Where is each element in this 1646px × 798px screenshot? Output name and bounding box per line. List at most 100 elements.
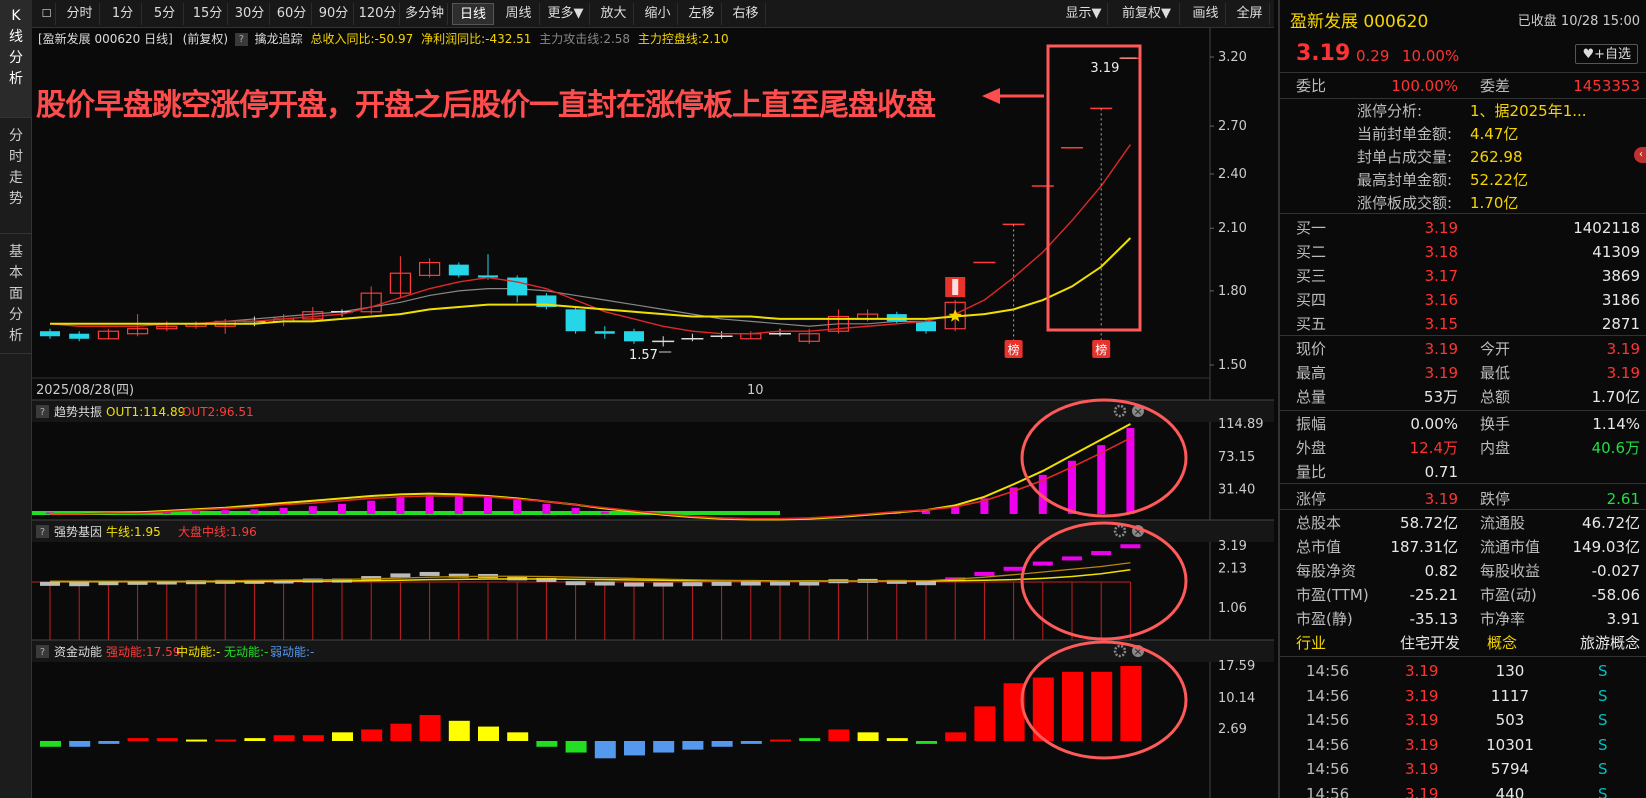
- panel2-marker: [974, 571, 995, 576]
- collapse-arrow-icon[interactable]: ‹: [1634, 147, 1646, 163]
- btn-90min[interactable]: 90分: [314, 3, 354, 25]
- stat-label: 每股净资: [1296, 562, 1357, 580]
- panel2-marker: [390, 573, 411, 578]
- tab-kline-analysis[interactable]: K线分析: [0, 0, 32, 118]
- bid-level: 买三: [1296, 267, 1327, 285]
- panel3-bar: [536, 741, 558, 747]
- stat-row: 总股本 58.72亿 流通股 46.72亿: [1280, 511, 1646, 535]
- bid-volume: 1402118: [1573, 219, 1640, 237]
- panel3-bar: [565, 741, 587, 753]
- bid-row[interactable]: 买四 3.16 3186: [1280, 288, 1646, 312]
- panel3-bar: [156, 738, 178, 741]
- tick-side: S: [1598, 662, 1608, 680]
- weicha-value: 1453353: [1573, 77, 1640, 95]
- btn-60min[interactable]: 60分: [272, 3, 312, 25]
- btn-30min[interactable]: 30分: [230, 3, 270, 25]
- panel3-bar: [244, 738, 266, 741]
- panel1-bar: [1126, 427, 1135, 514]
- panel3-strong: 强动能:17.59: [106, 645, 180, 659]
- stat-label: 振幅: [1296, 415, 1327, 433]
- panel3-tick-label: 2.69: [1218, 722, 1247, 737]
- tick-row: 14:56 3.19 130 S: [1280, 659, 1646, 683]
- tick-side: S: [1598, 760, 1608, 778]
- panel3-bar: [302, 735, 324, 741]
- btn-120min[interactable]: 120分: [356, 3, 400, 25]
- tick-time: 14:56: [1306, 686, 1350, 705]
- panel3-bar: [1091, 671, 1113, 741]
- help-icon[interactable]: ?: [234, 33, 248, 46]
- bid-row[interactable]: 买五 3.15 2871: [1280, 312, 1646, 336]
- btn-move-left[interactable]: 左移: [682, 3, 722, 25]
- btn-adjust[interactable]: 前复权▼: [1114, 3, 1180, 25]
- limit-down-label: 跌停: [1480, 490, 1511, 508]
- price-tick-label: 1.50: [1218, 358, 1247, 373]
- stat-label: 市盈(静): [1296, 610, 1353, 628]
- panel1-bar: [513, 499, 522, 514]
- stat-value: 187.31亿: [1390, 538, 1459, 556]
- stat-label: 总额: [1480, 388, 1511, 406]
- help-icon-glyph: ?: [40, 527, 45, 538]
- stat-value: -0.027: [1591, 562, 1640, 580]
- stat-value: -58.06: [1591, 586, 1640, 604]
- limit-info-value: 1.70亿: [1470, 194, 1519, 212]
- panel1-tick-label: 114.89: [1218, 417, 1264, 432]
- indicator-name[interactable]: 擒龙追踪: [255, 32, 303, 46]
- stat-row: 外盘 12.4万 内盘 40.6万: [1280, 436, 1646, 460]
- add-watchlist-button[interactable]: ♥+自选: [1575, 44, 1638, 64]
- btn-timeshare[interactable]: 分时: [60, 3, 100, 25]
- btn-daily[interactable]: 日线: [452, 3, 494, 25]
- tick-price: 3.19: [1405, 711, 1439, 729]
- limit-info-key: 封单占成交量:: [1357, 148, 1453, 166]
- tab-kline-label: K线分析: [9, 8, 23, 87]
- panel2-marker: [419, 571, 440, 576]
- btn-5min[interactable]: 5分: [146, 3, 184, 25]
- btn-1min[interactable]: 1分: [104, 3, 142, 25]
- stat-value: 46.72亿: [1582, 514, 1640, 532]
- panel2-tick-label: 3.19: [1218, 539, 1247, 554]
- btn-move-right[interactable]: 右移: [726, 3, 766, 25]
- stat-label: 外盘: [1296, 439, 1327, 457]
- panel3-tick-label: 17.59: [1218, 659, 1255, 674]
- panel3-bar: [653, 741, 675, 753]
- ma-red-line: [49, 144, 1131, 335]
- bid-row[interactable]: 买二 3.18 41309: [1280, 240, 1646, 264]
- weibi-label: 委比: [1296, 77, 1327, 95]
- bid-price: 3.15: [1424, 315, 1458, 333]
- btn-fullscreen[interactable]: 全屏: [1230, 3, 1270, 25]
- panel3-tick-label: 10.14: [1218, 691, 1255, 706]
- tab-fundamentals[interactable]: 基本面分析: [0, 236, 32, 354]
- pin-icon[interactable]: ☐: [38, 3, 56, 25]
- candle-body: [565, 309, 586, 332]
- stat-value: 3.19: [1606, 364, 1640, 382]
- panel1-bar: [484, 496, 492, 514]
- industry-value[interactable]: 住宅开发: [1400, 631, 1460, 655]
- panel2-tick-label: 2.13: [1218, 562, 1247, 577]
- btn-15min[interactable]: 15分: [188, 3, 228, 25]
- btn-display[interactable]: 显示▼: [1060, 3, 1108, 25]
- stat-value: -25.21: [1409, 586, 1458, 604]
- tick-volume: 10301: [1486, 735, 1534, 754]
- tick-side: S: [1598, 686, 1608, 705]
- bid-row[interactable]: 买一 3.19 1402118: [1280, 216, 1646, 240]
- tick-time: 14:56: [1306, 784, 1350, 798]
- help-icon-glyph: ?: [40, 647, 45, 658]
- btn-zoom-out[interactable]: 缩小: [638, 3, 678, 25]
- bid-row[interactable]: 买三 3.17 3869: [1280, 264, 1646, 288]
- revenue-yoy: 总收入同比:-50.97: [310, 32, 414, 46]
- industry-label: 行业: [1296, 634, 1327, 652]
- stat-label: 现价: [1296, 340, 1327, 358]
- control-line-value: 主力控盘线:2.10: [637, 32, 729, 46]
- btn-draw[interactable]: 画线: [1186, 3, 1226, 25]
- panel3-bar: [594, 741, 616, 759]
- btn-more[interactable]: 更多▼: [542, 3, 590, 25]
- panel3-bar: [419, 715, 441, 741]
- stat-label: 换手: [1480, 415, 1511, 433]
- tab-intraday[interactable]: 分时走势: [0, 120, 32, 234]
- btn-weekly[interactable]: 周线: [498, 3, 540, 25]
- panel1-bar: [1097, 445, 1106, 514]
- bid-level: 买二: [1296, 243, 1327, 261]
- left-tab-bar: K线分析 分时走势 基本面分析: [0, 0, 32, 798]
- btn-multi-min[interactable]: 多分钟: [402, 3, 448, 25]
- btn-zoom-in[interactable]: 放大: [594, 3, 634, 25]
- concept-value[interactable]: 旅游概念: [1580, 631, 1640, 655]
